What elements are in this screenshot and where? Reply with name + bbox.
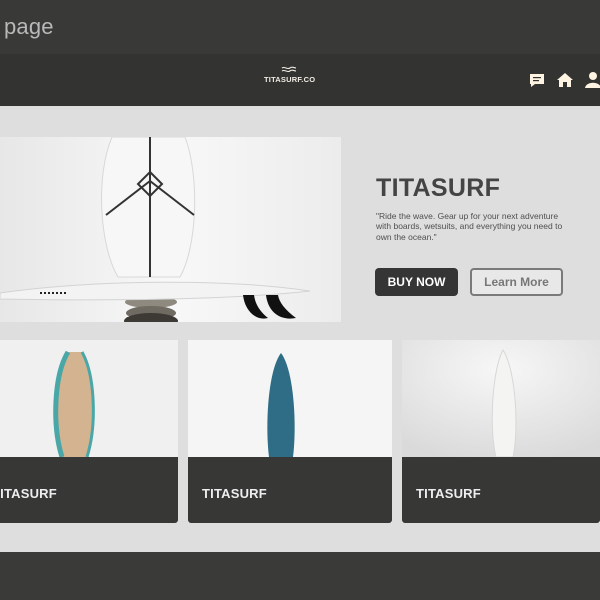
product-image-2	[188, 340, 392, 457]
wave-logo-icon	[281, 66, 297, 73]
product-name-1: TITASURF	[0, 486, 57, 501]
site-logo[interactable]: TITASURF.CO	[264, 66, 316, 92]
product-card-2[interactable]: TITASURF	[188, 340, 392, 523]
user-icon[interactable]	[584, 71, 600, 89]
hero-quote: "Ride the wave. Gear up for your next ad…	[376, 211, 563, 242]
window-title: page	[4, 14, 54, 39]
buy-now-button[interactable]: BUY NOW	[375, 268, 458, 296]
product-name-2: TITASURF	[202, 486, 267, 501]
product-image-3	[402, 340, 600, 458]
product-card-3[interactable]: TITASURF	[402, 340, 600, 523]
product-image-1	[0, 340, 178, 458]
hero-title: TITASURF	[376, 174, 501, 202]
product-card-1[interactable]: TITASURF	[0, 340, 178, 523]
hero-image	[0, 137, 341, 322]
logo-text: TITASURF.CO	[264, 75, 316, 84]
window-titlebar: page	[0, 0, 600, 54]
learn-more-button[interactable]: Learn More	[470, 268, 563, 296]
home-icon[interactable]	[556, 71, 574, 89]
chat-icon[interactable]	[528, 71, 546, 89]
product-name-3: TITASURF	[416, 486, 481, 501]
bottom-bar	[0, 552, 600, 600]
